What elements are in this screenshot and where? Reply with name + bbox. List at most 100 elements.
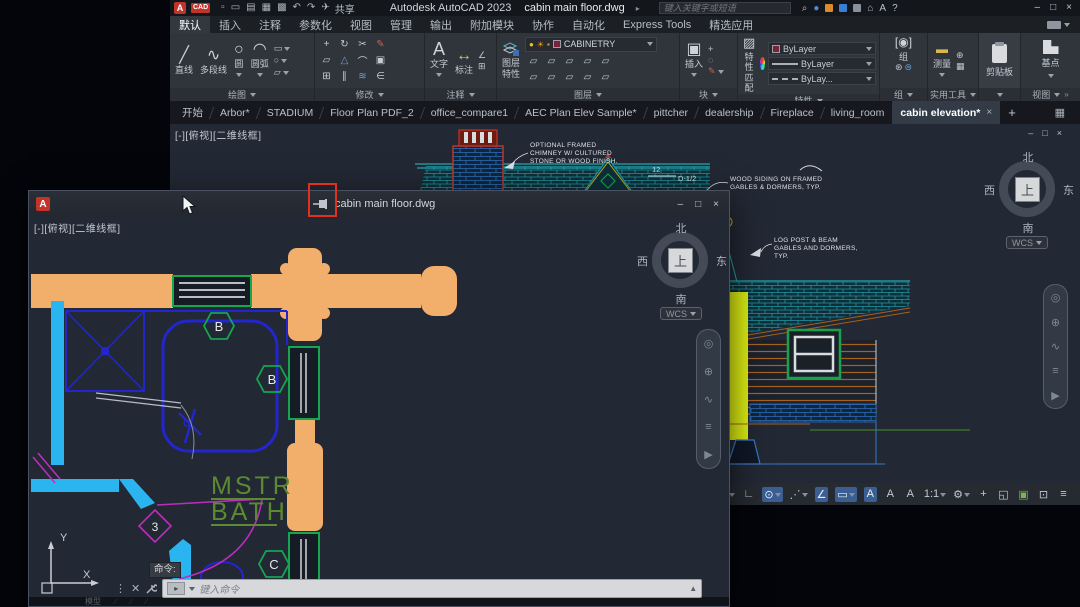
trim-icon[interactable]: ✂ (358, 39, 366, 50)
pan-icon[interactable]: ⊕ (704, 365, 713, 378)
redo-icon[interactable]: ↷ (307, 1, 315, 15)
viewport-controls[interactable]: [-][俯视][二维线框] (175, 127, 262, 142)
restore-button[interactable]: □ (1042, 128, 1047, 138)
store-cart-icon[interactable]: ⌂ (867, 3, 873, 14)
panel-expand-icon[interactable]: » (1064, 90, 1068, 99)
save-icon[interactable]: ▤ (246, 1, 255, 15)
wcs-selector[interactable]: WCS (1006, 236, 1048, 249)
line-button[interactable]: ╱直线 (173, 47, 195, 75)
layer-isolate-icon[interactable]: ▱ (548, 56, 556, 67)
arc-button[interactable]: ◠圆弧 (249, 41, 271, 80)
layer-make-current-icon[interactable]: ▱ (530, 72, 538, 83)
floating-window-titlebar[interactable]: A cabin main floor.dwg – □ × (29, 191, 729, 217)
viewcube-north[interactable]: 北 (676, 220, 687, 236)
array-icon[interactable]: ≋ (358, 71, 366, 82)
layer-off-icon[interactable]: ▱ (530, 56, 538, 67)
close-button[interactable]: × (1066, 2, 1072, 14)
ellipse-button[interactable]: ○ (274, 56, 291, 66)
id-point-button[interactable]: ⊕ (956, 51, 965, 60)
viewcube[interactable]: 北 南 西 东 上 (635, 223, 727, 303)
maximize-button[interactable]: □ (1050, 2, 1056, 14)
viewcube-north[interactable]: 北 (1023, 149, 1034, 165)
panel-label-clipboard[interactable] (979, 88, 1020, 101)
minimize-button[interactable]: – (1028, 128, 1033, 138)
viewcube-south[interactable]: 南 (1023, 220, 1034, 236)
command-close-icon[interactable]: ✕ (131, 582, 140, 595)
graphics-performance-icon[interactable]: ▣ (1017, 487, 1030, 502)
osnap-tracking-toggle-icon[interactable]: ∠ (815, 487, 829, 502)
command-recent-icon[interactable]: ▸ (167, 582, 185, 595)
command-expand-icon[interactable]: ▲ (689, 584, 697, 593)
doc-tab-floor-plan-pdf[interactable]: Floor Plan PDF_2 (322, 101, 421, 124)
group-button[interactable]: [◉]组 (893, 34, 914, 62)
explode-icon[interactable]: ▣ (376, 55, 385, 66)
close-button[interactable]: × (1057, 128, 1062, 138)
open-icon[interactable]: ▭ (231, 1, 240, 15)
showmotion-icon[interactable]: ▶ (1051, 389, 1059, 402)
annotation-monitor-icon[interactable]: + (977, 487, 990, 502)
base-point-icon[interactable] (1043, 40, 1059, 54)
copy-icon[interactable]: ▱ (323, 55, 331, 66)
command-dropdown-caret-icon[interactable] (189, 587, 195, 594)
object-color-dropdown[interactable]: ByLayer (768, 42, 876, 55)
layer-prev-icon[interactable]: ▱ (566, 72, 574, 83)
hatch-button[interactable]: ▱ (274, 68, 291, 78)
panel-label-view[interactable]: 视图» (1021, 88, 1080, 101)
pan-icon[interactable]: ⊕ (1051, 316, 1060, 329)
panel-label-modify[interactable]: 修改 (315, 88, 424, 101)
clean-screen-icon[interactable]: ⊡ (1037, 487, 1050, 502)
orbit-icon[interactable]: ≡ (1052, 365, 1058, 377)
offset-icon[interactable]: ∈ (376, 71, 385, 82)
stretch-icon[interactable]: ⊞ (322, 71, 330, 82)
rotate-icon[interactable]: ↻ (340, 39, 348, 50)
save-as-icon[interactable]: ▦ (262, 1, 271, 15)
viewcube[interactable]: 北 南 西 东 上 (982, 152, 1074, 232)
ribbon-tab-home[interactable]: 默认 (170, 16, 210, 33)
search-input[interactable] (659, 2, 791, 14)
move-icon[interactable]: + (324, 39, 330, 50)
polar-tracking-toggle-icon[interactable]: ⊙ (762, 487, 782, 502)
doc-tab-fireplace[interactable]: Fireplace (763, 101, 822, 124)
isolate-objects-icon[interactable]: ◱ (997, 487, 1010, 502)
panel-label-annotation[interactable]: 注释 (425, 88, 496, 101)
scale-value[interactable]: 1:1 (924, 487, 946, 502)
fillet-icon[interactable]: ⌒ (358, 53, 368, 68)
viewcube-east[interactable]: 东 (1063, 182, 1074, 198)
table-button[interactable]: ⊞ (478, 62, 486, 71)
match-properties-button[interactable]: ▨特性匹配 (741, 34, 757, 93)
navigation-bar[interactable]: ◎ ⊕ ∿ ≡ ▶ (1043, 284, 1068, 409)
measure-button[interactable]: ▬测量 (931, 41, 953, 80)
panel-label-block[interactable]: 块 (680, 88, 737, 101)
doc-menu-caret-icon[interactable]: ▸ (636, 4, 640, 13)
viewcube-south[interactable]: 南 (676, 291, 687, 307)
ribbon-tab-express-tools[interactable]: Express Tools (614, 16, 700, 33)
doc-tab-arbor[interactable]: Arbor* (212, 101, 258, 124)
navigation-bar[interactable]: ◎ ⊕ ∿ ≡ ▶ (696, 329, 721, 469)
viewcube-east[interactable]: 东 (716, 253, 727, 269)
app-tile-icon[interactable] (853, 4, 861, 12)
layer-states-icon[interactable]: ▱ (602, 56, 610, 67)
panel-label-utilities[interactable]: 实用工具 (928, 88, 978, 101)
snap-toggle-icon[interactable]: ⋰ (790, 487, 808, 502)
erase-icon[interactable]: ✎ (376, 39, 384, 50)
viewcube-west[interactable]: 西 (637, 253, 648, 269)
dimension-button[interactable]: ↔标注 (453, 47, 475, 75)
wcs-selector[interactable]: WCS (660, 307, 702, 320)
doc-tab-office-compare[interactable]: office_compare1 (423, 101, 516, 124)
search-icon[interactable]: ⌕ (802, 3, 808, 14)
linetype-dropdown[interactable]: ByLay... (768, 72, 876, 85)
tab-overview-icon[interactable]: ▦ (1055, 106, 1066, 119)
app-tile-icon[interactable] (839, 4, 847, 12)
layout-tab-bar[interactable]: 模型 ∕∕∕ (29, 597, 729, 606)
doc-tab-living-room[interactable]: living_room (823, 101, 893, 124)
annotation-visibility-icon[interactable]: A (864, 487, 877, 502)
scale-icon[interactable]: ∥ (342, 71, 347, 82)
ribbon-tab-collaborate[interactable]: 协作 (523, 16, 563, 33)
minimize-button[interactable]: – (678, 199, 684, 210)
ribbon-tab-insert[interactable]: 插入 (210, 16, 250, 33)
layer-merge-icon[interactable]: ▱ (584, 72, 592, 83)
new-drawing-tab-button[interactable]: + (1000, 105, 1024, 120)
circle-button[interactable]: ○圆 (232, 41, 246, 80)
polyline-button[interactable]: ∿多段线 (198, 47, 229, 75)
doc-tab-start[interactable]: 开始 (174, 101, 211, 124)
